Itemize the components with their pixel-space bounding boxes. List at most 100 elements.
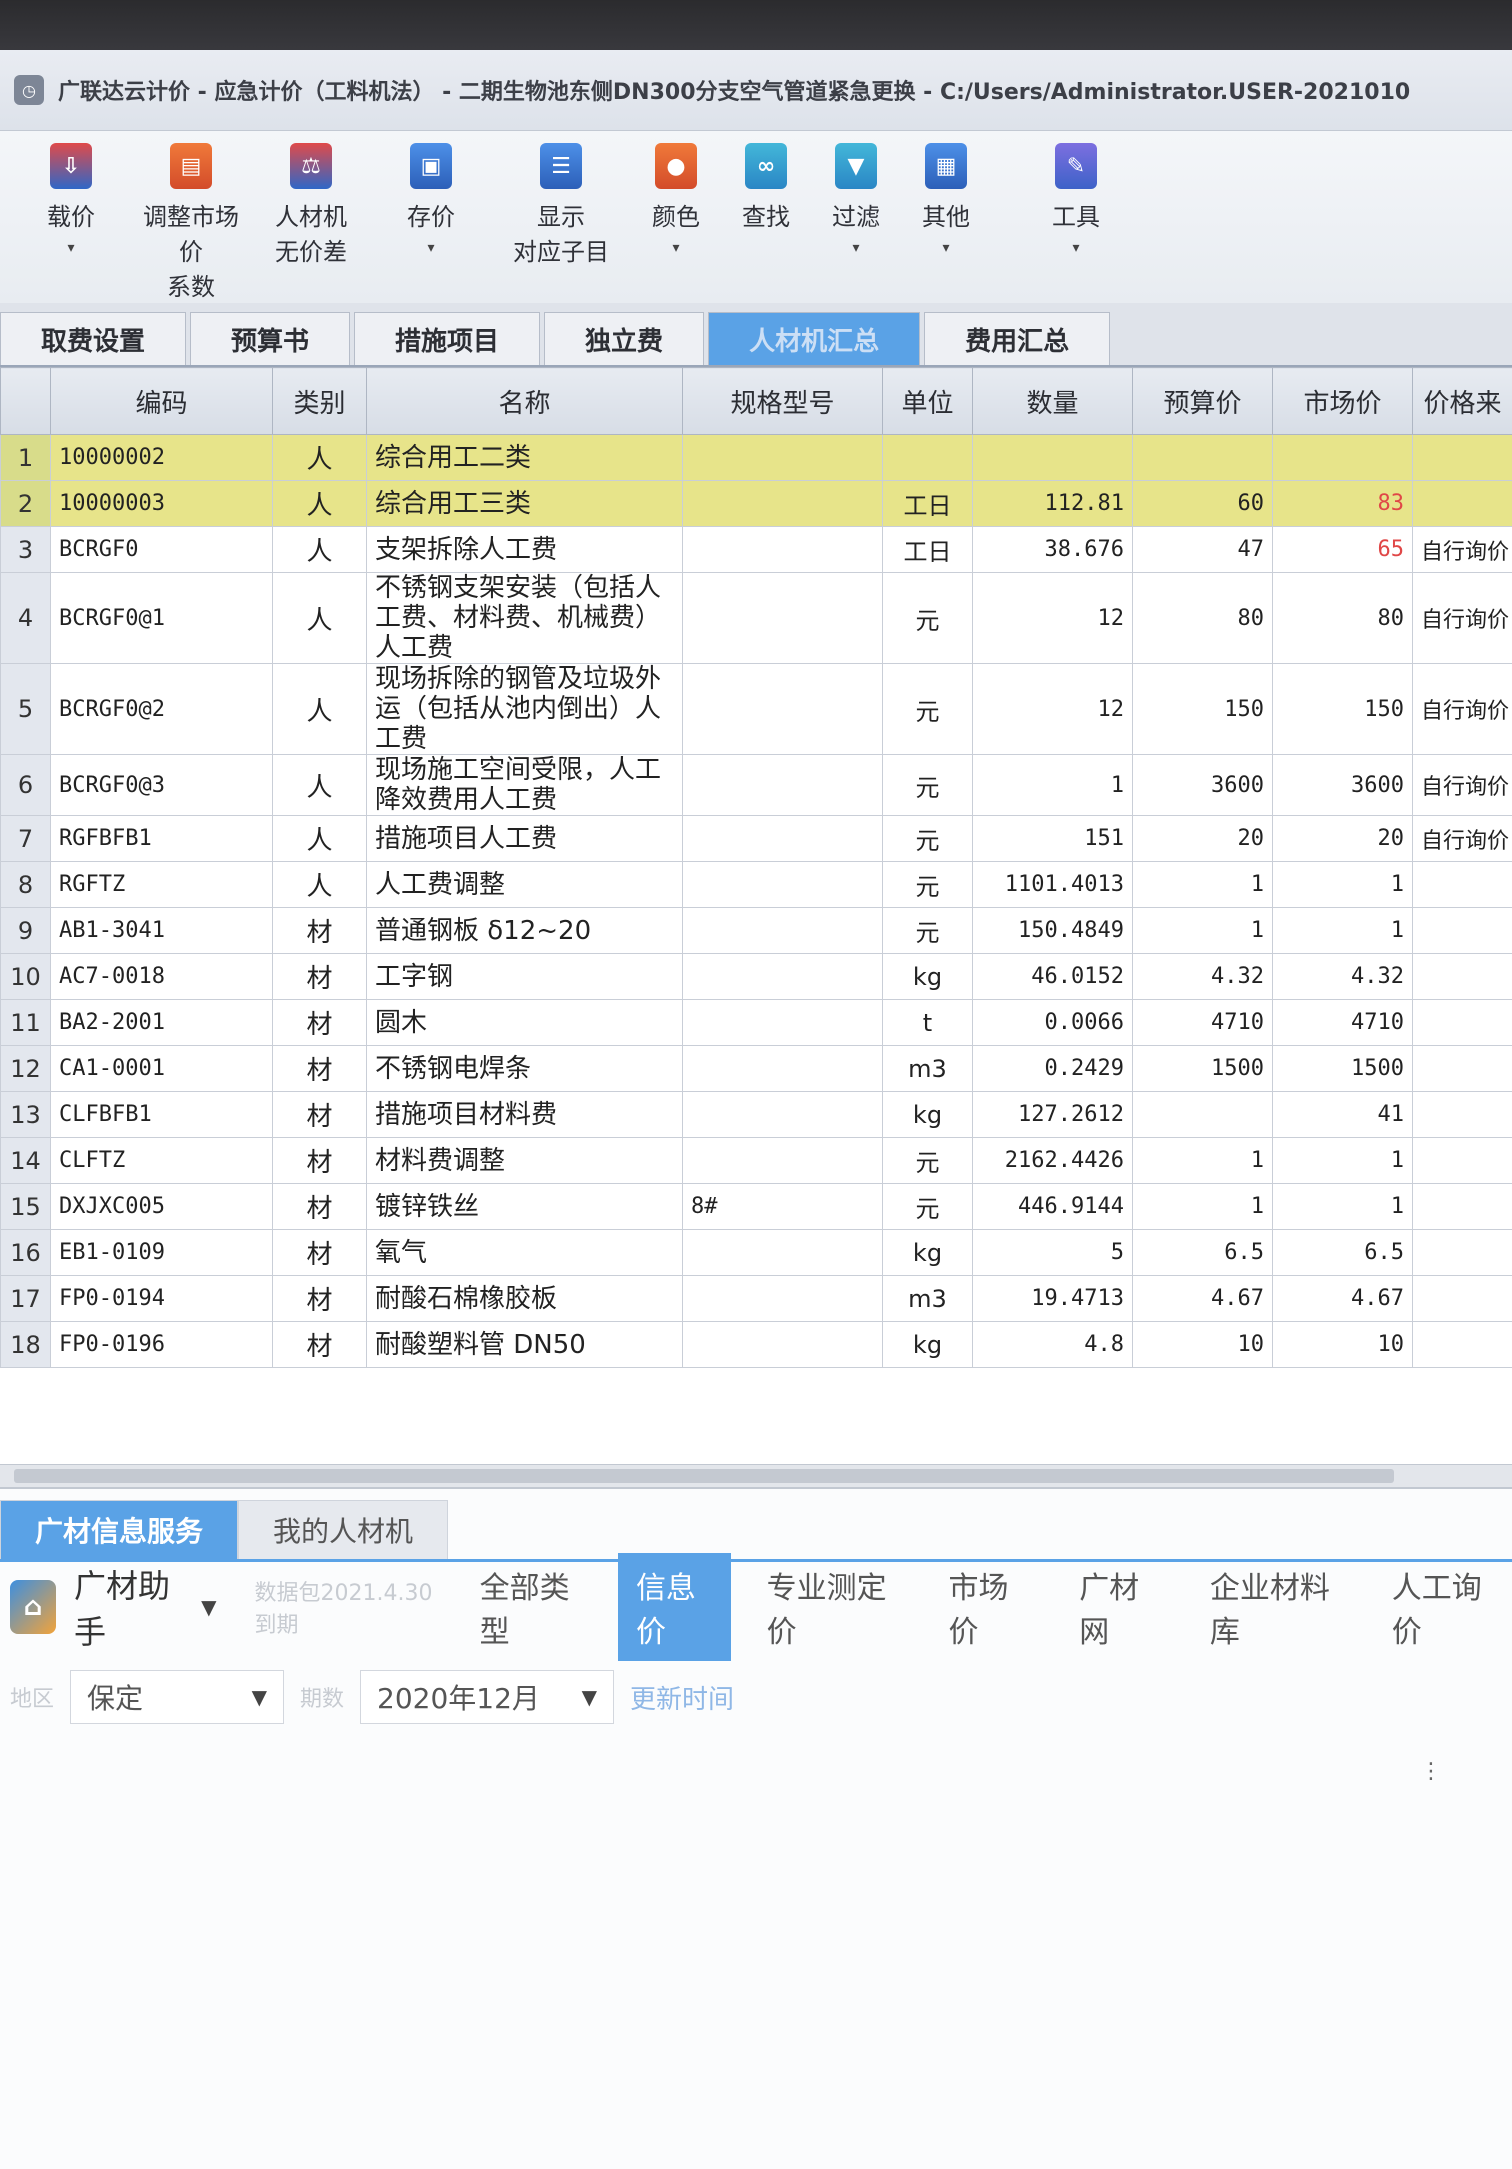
price-source-cell[interactable] (1413, 1184, 1512, 1230)
unit-cell[interactable]: 工日 (883, 481, 973, 527)
spec-cell[interactable] (683, 755, 883, 816)
budget-price-cell[interactable]: 1 (1133, 1184, 1273, 1230)
price-source-cell[interactable] (1413, 908, 1512, 954)
unit-cell[interactable] (883, 435, 973, 481)
category-cell[interactable]: 人 (273, 527, 367, 573)
category-cell[interactable]: 人 (273, 664, 367, 755)
price-source-cell[interactable]: 自行询价 (1413, 755, 1512, 816)
name-cell[interactable]: 不锈钢电焊条 (367, 1046, 683, 1092)
code-cell[interactable]: CA1-0001 (51, 1046, 273, 1092)
col-header-unit[interactable]: 单位 (883, 368, 973, 435)
category-cell[interactable]: 人 (273, 481, 367, 527)
name-cell[interactable]: 支架拆除人工费 (367, 527, 683, 573)
price-source-cell[interactable] (1413, 435, 1512, 481)
tab-labor-inquiry[interactable]: 人工询价 (1374, 1553, 1512, 1661)
price-source-cell[interactable] (1413, 954, 1512, 1000)
category-cell[interactable]: 材 (273, 1276, 367, 1322)
unit-cell[interactable]: 元 (883, 862, 973, 908)
col-header-spec[interactable]: 规格型号 (683, 368, 883, 435)
row-index[interactable]: 12 (1, 1046, 51, 1092)
row-index[interactable]: 16 (1, 1230, 51, 1276)
budget-price-cell[interactable]: 20 (1133, 816, 1273, 862)
tab-enterprise-library[interactable]: 企业材料库 (1192, 1553, 1356, 1661)
budget-price-cell[interactable]: 60 (1133, 481, 1273, 527)
table-row[interactable]: 210000003人综合用工三类工日112.816083 (1, 481, 1512, 527)
unit-cell[interactable]: 元 (883, 1184, 973, 1230)
code-cell[interactable]: AC7-0018 (51, 954, 273, 1000)
table-row[interactable]: 10AC7-0018材工字钢kg46.01524.324.32 (1, 954, 1512, 1000)
code-cell[interactable]: BCRGF0@3 (51, 755, 273, 816)
code-cell[interactable]: BA2-2001 (51, 1000, 273, 1046)
unit-cell[interactable]: 元 (883, 816, 973, 862)
category-cell[interactable]: 材 (273, 1184, 367, 1230)
market-price-cell[interactable]: 1 (1273, 862, 1413, 908)
name-cell[interactable]: 镀锌铁丝 (367, 1184, 683, 1230)
tab-material-info-service[interactable]: 广材信息服务 (0, 1500, 238, 1559)
quantity-cell[interactable]: 1101.4013 (973, 862, 1133, 908)
row-index[interactable]: 15 (1, 1184, 51, 1230)
name-cell[interactable]: 现场拆除的钢管及垃圾外运（包括从池内倒出）人工费 (367, 664, 683, 755)
price-source-cell[interactable]: 自行询价 (1413, 816, 1512, 862)
row-index[interactable]: 14 (1, 1138, 51, 1184)
row-index[interactable]: 7 (1, 816, 51, 862)
market-price-cell[interactable]: 1 (1273, 1138, 1413, 1184)
col-header-category[interactable]: 类别 (273, 368, 367, 435)
tool-load-price[interactable]: ⇩ 载价 ▾ (16, 143, 126, 256)
tab-fee-settings[interactable]: 取费设置 (0, 312, 186, 365)
quantity-cell[interactable]: 127.2612 (973, 1092, 1133, 1138)
row-index[interactable]: 6 (1, 755, 51, 816)
price-source-cell[interactable] (1413, 1046, 1512, 1092)
tab-measures[interactable]: 措施项目 (354, 312, 540, 365)
quantity-cell[interactable]: 38.676 (973, 527, 1133, 573)
budget-price-cell[interactable]: 47 (1133, 527, 1273, 573)
market-price-cell[interactable]: 6.5 (1273, 1230, 1413, 1276)
table-row[interactable]: 9AB1-3041材普通钢板 δ12~20元150.484911 (1, 908, 1512, 954)
quantity-cell[interactable]: 150.4849 (973, 908, 1133, 954)
spec-cell[interactable] (683, 527, 883, 573)
spec-cell[interactable] (683, 1138, 883, 1184)
name-cell[interactable]: 氧气 (367, 1230, 683, 1276)
budget-price-cell[interactable]: 1500 (1133, 1046, 1273, 1092)
budget-price-cell[interactable]: 6.5 (1133, 1230, 1273, 1276)
category-cell[interactable]: 材 (273, 1046, 367, 1092)
category-cell[interactable]: 材 (273, 954, 367, 1000)
tab-labor-material-machine[interactable]: 人材机汇总 (708, 312, 920, 365)
tool-tools[interactable]: ✎ 工具 ▾ (1026, 143, 1126, 256)
unit-cell[interactable]: kg (883, 1092, 973, 1138)
category-cell[interactable]: 人 (273, 573, 367, 664)
tab-professional-price[interactable]: 专业测定价 (749, 1553, 913, 1661)
scrollbar-thumb[interactable] (14, 1469, 1394, 1483)
name-cell[interactable]: 耐酸塑料管 DN50 (367, 1322, 683, 1368)
price-source-cell[interactable] (1413, 481, 1512, 527)
price-source-cell[interactable] (1413, 1138, 1512, 1184)
category-cell[interactable]: 材 (273, 908, 367, 954)
code-cell[interactable]: 10000003 (51, 481, 273, 527)
category-cell[interactable]: 材 (273, 1000, 367, 1046)
tab-my-materials[interactable]: 我的人材机 (238, 1500, 448, 1559)
budget-price-cell[interactable]: 80 (1133, 573, 1273, 664)
spec-cell[interactable] (683, 481, 883, 527)
quantity-cell[interactable] (973, 435, 1133, 481)
price-source-cell[interactable] (1413, 1000, 1512, 1046)
helper-name[interactable]: 广材助手 (74, 1561, 183, 1653)
quantity-cell[interactable]: 2162.4426 (973, 1138, 1133, 1184)
name-cell[interactable]: 综合用工三类 (367, 481, 683, 527)
price-source-cell[interactable] (1413, 1276, 1512, 1322)
name-cell[interactable]: 材料费调整 (367, 1138, 683, 1184)
table-row[interactable]: 17FP0-0194材耐酸石棉橡胶板m319.47134.674.67 (1, 1276, 1512, 1322)
code-cell[interactable]: BCRGF0@1 (51, 573, 273, 664)
horizontal-scrollbar[interactable] (0, 1464, 1512, 1487)
market-price-cell[interactable]: 4.67 (1273, 1276, 1413, 1322)
col-header-budget-price[interactable]: 预算价 (1133, 368, 1273, 435)
budget-price-cell[interactable]: 10 (1133, 1322, 1273, 1368)
name-cell[interactable]: 综合用工二类 (367, 435, 683, 481)
budget-price-cell[interactable]: 3600 (1133, 755, 1273, 816)
region-select[interactable]: 保定 ▼ (70, 1670, 284, 1724)
name-cell[interactable]: 人工费调整 (367, 862, 683, 908)
code-cell[interactable]: 10000002 (51, 435, 273, 481)
tab-fee-summary[interactable]: 费用汇总 (924, 312, 1110, 365)
tool-save-price[interactable]: ▣ 存价 ▾ (376, 143, 486, 256)
code-cell[interactable]: FP0-0194 (51, 1276, 273, 1322)
quantity-cell[interactable]: 4.8 (973, 1322, 1133, 1368)
market-price-cell[interactable]: 1500 (1273, 1046, 1413, 1092)
